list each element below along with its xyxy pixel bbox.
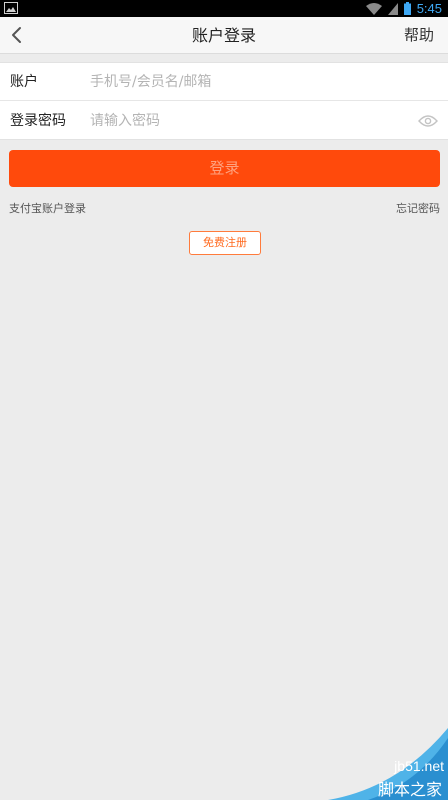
login-button[interactable]: 登录	[9, 150, 440, 187]
password-input[interactable]	[90, 106, 400, 136]
wifi-icon	[365, 2, 382, 15]
forgot-password-link[interactable]: 忘记密码	[396, 200, 440, 216]
status-icons: 5:45	[365, 0, 442, 17]
help-button[interactable]: 帮助	[404, 17, 434, 54]
nav-bar: 账户登录 帮助	[0, 17, 448, 54]
alipay-login-link[interactable]: 支付宝账户登录	[9, 200, 86, 216]
signal-icon	[387, 2, 398, 15]
password-label: 登录密码	[10, 113, 66, 129]
battery-icon	[403, 2, 411, 15]
watermark-name: 脚本之家	[377, 780, 442, 799]
watermark: jb51.net 脚本之家	[308, 728, 448, 800]
login-form: 账户 登录密码	[0, 62, 448, 140]
show-password-eye-icon[interactable]	[418, 114, 438, 128]
account-row: 账户	[0, 63, 448, 101]
page-title: 账户登录	[191, 26, 256, 45]
status-bar: 5:45	[0, 0, 448, 17]
watermark-site: jb51.net	[394, 758, 444, 774]
status-time: 5:45	[416, 1, 442, 16]
password-row: 登录密码	[0, 102, 448, 140]
notification-image-icon	[4, 2, 18, 14]
register-button[interactable]: 免费注册	[189, 231, 261, 255]
account-input[interactable]	[90, 67, 400, 97]
account-label: 账户	[10, 74, 38, 90]
